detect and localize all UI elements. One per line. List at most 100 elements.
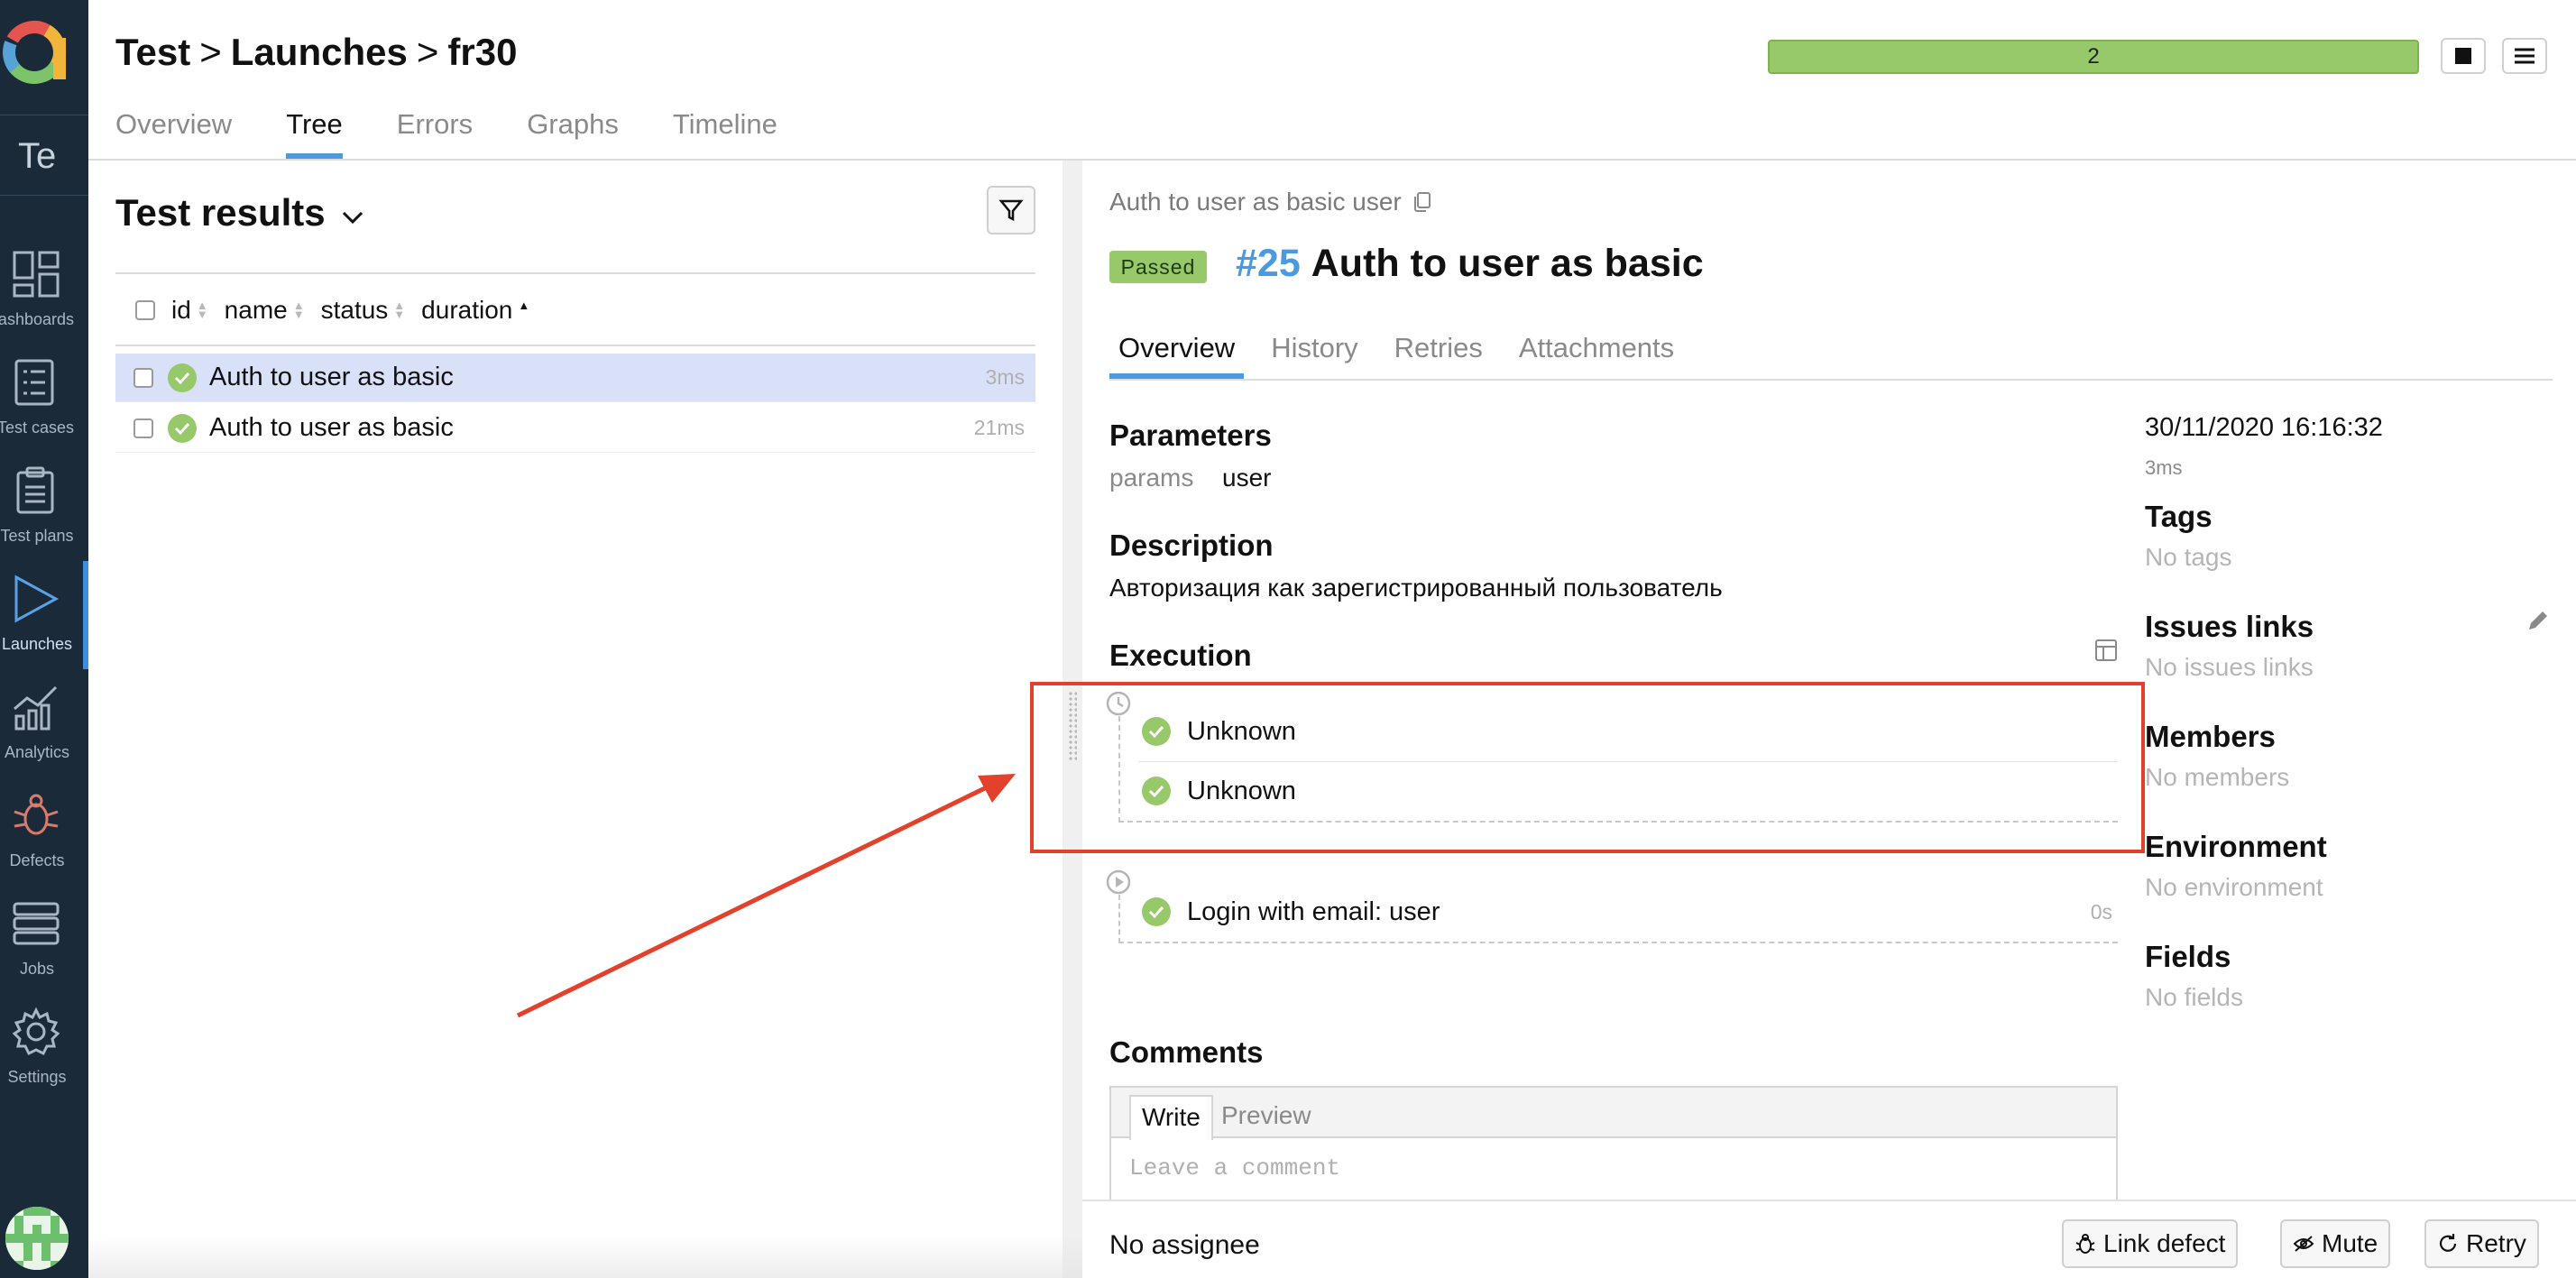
tab-result-overview[interactable]: Overview (1109, 326, 1245, 379)
sidebar: Te Dashboards Test cases Test plans Laun… (0, 0, 88, 1278)
comment-editor: Write Preview (1109, 1086, 2118, 1203)
test-step[interactable]: Login with email: user 0s (1142, 884, 2112, 940)
sidebar-item-settings[interactable]: Settings (0, 994, 88, 1102)
description-heading: Description (1109, 529, 1274, 562)
annotation-arrow-icon (516, 774, 1016, 1018)
link-defect-label: Link defect (2103, 1229, 2226, 1257)
dashboards-icon (13, 251, 60, 298)
column-name[interactable]: name ▲ ▼ (225, 296, 305, 325)
tab-preview[interactable]: Preview (1210, 1095, 1322, 1138)
test-results-title: Test results (115, 191, 326, 234)
scroll-fade (88, 1236, 1082, 1278)
tab-graphs[interactable]: Graphs (527, 101, 619, 159)
copy-icon[interactable] (1412, 191, 1432, 213)
sidebar-item-label: Dashboards (0, 310, 74, 328)
passed-status-icon (168, 413, 197, 443)
sidebar-item-defects[interactable]: Defects (0, 777, 88, 886)
breadcrumb-project[interactable]: Test (115, 31, 190, 73)
tab-write[interactable]: Write (1129, 1095, 1213, 1140)
layout-toggle-icon[interactable] (2094, 639, 2118, 662)
header-divider (88, 159, 2576, 161)
stop-icon (2455, 48, 2471, 64)
result-footer: No assignee Link defect Mute Retry (1082, 1200, 2576, 1278)
sidebar-item-jobs[interactable]: Jobs (0, 886, 88, 994)
sidebar-item-launches[interactable]: Launches (0, 561, 88, 669)
tab-attachments[interactable]: Attachments (1510, 326, 1683, 379)
row-duration: 21ms (973, 416, 1025, 439)
sidebar-item-label: Test plans (0, 527, 74, 545)
tab-retries[interactable]: Retries (1385, 326, 1492, 379)
avatar[interactable] (5, 1207, 69, 1270)
sidebar-item-label: Analytics (4, 743, 70, 761)
divider (115, 345, 1035, 346)
tab-errors[interactable]: Errors (397, 101, 473, 159)
tab-tree[interactable]: Tree (286, 101, 343, 159)
divider (1109, 379, 2553, 381)
row-name: Auth to user as basic (209, 363, 454, 391)
stop-button[interactable] (2441, 38, 2486, 74)
select-all-checkbox[interactable] (135, 300, 155, 320)
pencil-icon[interactable] (2525, 608, 2551, 633)
comment-editor-tabs: Write Preview (1111, 1088, 2116, 1140)
sort-icon: ▲ ▼ (393, 299, 406, 321)
test-result-tabs: Overview History Retries Attachments (1109, 326, 1701, 379)
sidebar-item-label: Test cases (0, 418, 74, 437)
filter-icon (998, 199, 1024, 222)
gear-icon (12, 1007, 60, 1056)
annotation-highlight-box (1030, 682, 2145, 853)
launch-tabs: Overview Tree Errors Graphs Timeline (115, 101, 832, 159)
retry-button[interactable]: Retry (2424, 1219, 2539, 1268)
mute-button[interactable]: Mute (2280, 1219, 2391, 1268)
environment-heading: Environment (2145, 830, 2327, 863)
project-switcher[interactable]: Te (0, 116, 88, 196)
sort-icon: ▲ ▼ (292, 299, 305, 321)
filter-button[interactable] (987, 186, 1035, 234)
table-row[interactable]: Auth to user as basic 3ms (115, 354, 1035, 402)
parameter-value: user (1222, 464, 1272, 492)
comments-heading: Comments (1109, 1035, 1264, 1069)
sidebar-item-test-plans[interactable]: Test plans (0, 453, 88, 561)
sidebar-item-label: Settings (7, 1068, 67, 1086)
user-identicon-icon (5, 1207, 69, 1270)
launches-icon (14, 575, 60, 623)
link-defect-button[interactable]: Link defect (2062, 1219, 2239, 1268)
column-label: id (171, 296, 191, 324)
sidebar-item-analytics[interactable]: Analytics (0, 669, 88, 777)
test-case-number[interactable]: #25 (1236, 242, 1301, 285)
breadcrumb-launches[interactable]: Launches (231, 31, 408, 73)
sidebar-item-dashboards[interactable]: Dashboards (0, 236, 88, 345)
row-checkbox[interactable] (133, 418, 153, 438)
fields-heading: Fields (2145, 940, 2231, 973)
comment-input[interactable] (1111, 1140, 2116, 1203)
eye-off-icon (2293, 1236, 2314, 1252)
tags-heading: Tags (2145, 500, 2213, 533)
parameter-name: params (1109, 464, 1194, 492)
tab-history[interactable]: History (1262, 326, 1366, 379)
row-checkbox[interactable] (133, 367, 153, 388)
sidebar-item-test-cases[interactable]: Test cases (0, 345, 88, 453)
test-cases-icon (14, 359, 54, 406)
column-id[interactable]: id ▲ ▼ (171, 296, 208, 325)
refresh-icon (2439, 1234, 2457, 1252)
column-label: duration (421, 296, 513, 324)
passed-status-icon (1142, 897, 1171, 926)
tags-value: No tags (2145, 543, 2232, 571)
column-duration[interactable]: duration ▲▼ (421, 296, 529, 325)
sidebar-item-label: Defects (9, 851, 65, 869)
table-row[interactable]: Auth to user as basic 21ms (115, 404, 1035, 453)
members-heading: Members (2145, 720, 2276, 753)
tab-overview[interactable]: Overview (115, 101, 232, 159)
description-text: Авторизация как зарегистрированный польз… (1109, 574, 1723, 602)
hamburger-icon (2515, 48, 2535, 64)
chevron-down-icon (343, 211, 363, 225)
assignee-selector[interactable]: No assignee (1109, 1230, 1260, 1261)
test-results-dropdown[interactable]: Test results (115, 191, 364, 234)
tab-timeline[interactable]: Timeline (673, 101, 777, 159)
app-logo[interactable] (0, 0, 88, 115)
test-case-name: Auth to user as basic (1311, 242, 1704, 285)
test-plans-icon (16, 466, 54, 514)
column-status[interactable]: status ▲ ▼ (321, 296, 406, 325)
mute-label: Mute (2322, 1229, 2378, 1257)
execution-heading: Execution (1109, 639, 1252, 672)
menu-button[interactable] (2502, 38, 2547, 74)
